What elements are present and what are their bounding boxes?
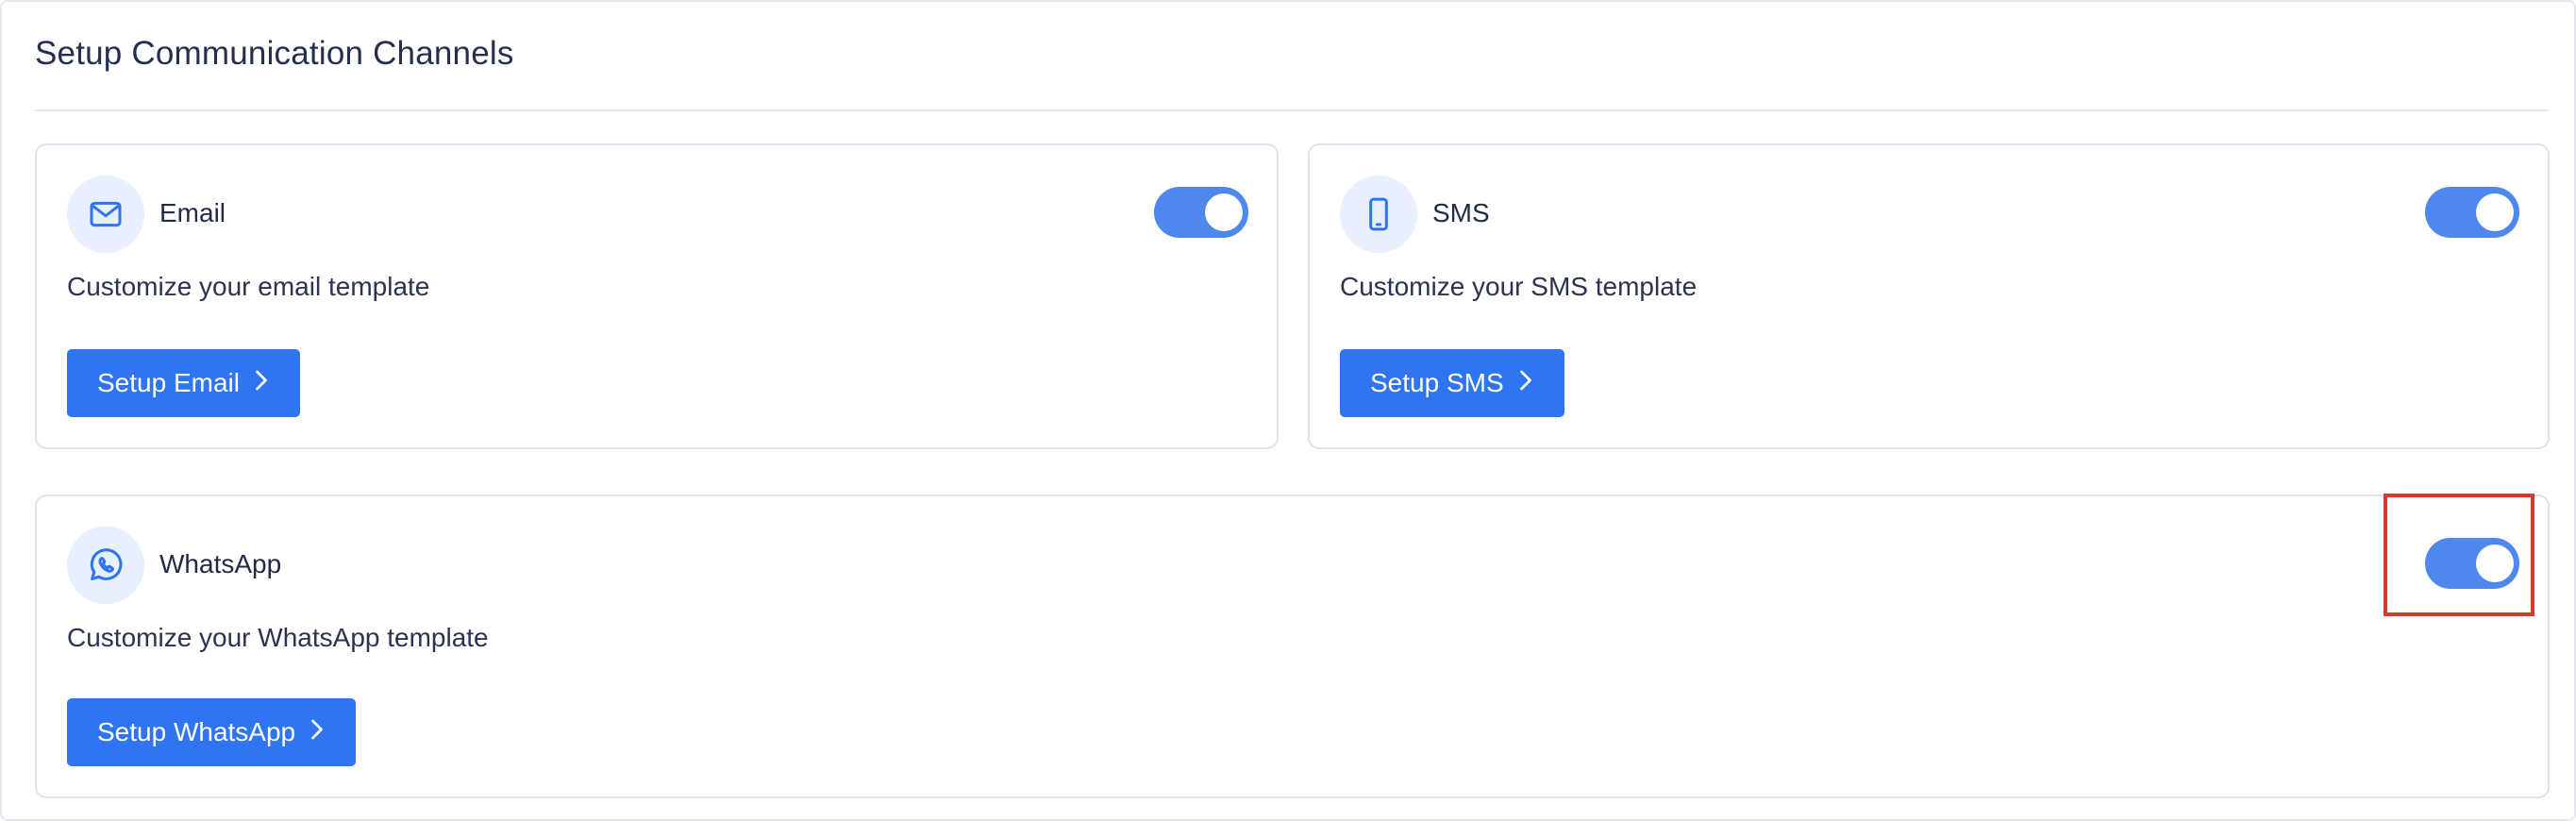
page-title: Setup Communication Channels (35, 35, 514, 72)
email-toggle[interactable] (1154, 187, 1248, 238)
chevron-right-icon (1517, 368, 1534, 398)
whatsapp-channel-card: WhatsApp Customize your WhatsApp templat… (35, 494, 2550, 798)
title-divider (35, 109, 2549, 111)
toggle-knob (1205, 193, 1243, 231)
mail-icon (67, 176, 144, 253)
sms-toggle[interactable] (2425, 187, 2519, 238)
button-label: Setup WhatsApp (97, 717, 296, 746)
chevron-right-icon (253, 368, 270, 398)
whatsapp-icon (67, 527, 144, 604)
setup-whatsapp-button[interactable]: Setup WhatsApp (67, 698, 357, 766)
sms-channel-card: SMS Customize your SMS template Setup SM… (1308, 143, 2550, 449)
highlight-annotation-box (2384, 494, 2534, 616)
communication-channels-panel: Setup Communication Channels Email Custo… (0, 0, 2576, 821)
channel-name: Email (159, 198, 226, 227)
channel-description: Customize your SMS template (1340, 272, 1698, 301)
channel-name: WhatsApp (159, 549, 282, 578)
button-label: Setup SMS (1370, 368, 1504, 397)
setup-email-button[interactable]: Setup Email (67, 349, 300, 417)
button-label: Setup Email (97, 368, 240, 397)
channel-description: Customize your WhatsApp template (67, 623, 489, 652)
setup-sms-button[interactable]: Setup SMS (1340, 349, 1564, 417)
mobile-phone-icon (1340, 176, 1417, 253)
chevron-right-icon (309, 717, 326, 747)
channel-description: Customize your email template (67, 272, 430, 301)
toggle-knob (2476, 193, 2514, 231)
channel-name: SMS (1432, 198, 1490, 227)
email-channel-card: Email Customize your email template Setu… (35, 143, 1279, 449)
